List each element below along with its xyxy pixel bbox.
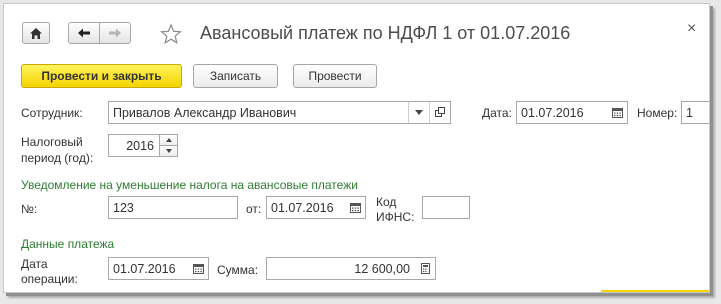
favorite-button[interactable] xyxy=(160,23,182,45)
dropdown-button[interactable] xyxy=(409,110,429,115)
calculator-icon xyxy=(420,263,430,274)
post-and-close-button[interactable]: Провести и закрыть xyxy=(21,64,182,88)
star-icon xyxy=(160,23,182,45)
arrow-right-icon xyxy=(109,28,121,38)
calendar-button[interactable] xyxy=(607,102,627,123)
calendar-icon xyxy=(192,263,204,274)
save-button[interactable]: Записать xyxy=(193,64,278,88)
chevron-down-icon xyxy=(415,110,423,115)
ifns-code-field[interactable] xyxy=(422,196,470,219)
home-icon xyxy=(30,27,42,39)
close-icon[interactable]: × xyxy=(687,20,696,38)
calculator-button[interactable] xyxy=(415,258,435,279)
ifns-label-line2: ИФНС: xyxy=(376,210,415,224)
open-icon xyxy=(434,107,445,117)
notice-number-label: №: xyxy=(21,202,38,216)
forward-button[interactable] xyxy=(99,22,131,44)
op-date-label-line2: операции: xyxy=(21,272,78,286)
chevron-down-icon xyxy=(165,149,172,153)
calendar-button[interactable] xyxy=(345,197,365,218)
cut-off-button-edge xyxy=(601,290,709,292)
window-title: Авансовый платеж по НДФЛ 1 от 01.07.2016 xyxy=(200,23,571,43)
notice-section-title: Уведомление на уменьшение налога на аван… xyxy=(21,178,358,192)
payment-section-title: Данные платежа xyxy=(21,237,115,251)
home-button[interactable] xyxy=(22,22,50,44)
tax-period-field[interactable]: 2016 xyxy=(108,134,160,157)
date-value: 01.07.2016 xyxy=(521,105,584,120)
notice-number-value: 123 xyxy=(113,200,134,215)
notice-date-value: 01.07.2016 xyxy=(271,200,334,215)
document-window: Авансовый платеж по НДФЛ 1 от 01.07.2016… xyxy=(3,3,710,293)
chevron-up-icon xyxy=(165,138,172,142)
notice-from-label: от: xyxy=(246,202,262,216)
arrow-left-icon xyxy=(78,28,90,38)
sum-field[interactable]: 12 600,00 xyxy=(266,257,436,280)
tax-period-label-line1: Налоговый xyxy=(21,135,83,149)
number-field[interactable]: 1 xyxy=(681,101,709,124)
employee-value: Привалов Александр Иванович xyxy=(113,105,297,120)
calendar-icon xyxy=(349,202,361,213)
tax-period-value: 2016 xyxy=(126,138,154,153)
notice-date-field[interactable]: 01.07.2016 xyxy=(266,196,366,219)
back-button[interactable] xyxy=(68,22,100,44)
post-button[interactable]: Провести xyxy=(293,64,377,88)
notice-number-field[interactable]: 123 xyxy=(108,196,238,219)
number-label: Номер: xyxy=(637,106,678,120)
number-value: 1 xyxy=(686,105,693,120)
op-date-field[interactable]: 01.07.2016 xyxy=(108,257,209,280)
year-decrement-button[interactable] xyxy=(159,145,178,157)
ifns-label-line1: Код xyxy=(376,195,397,209)
tax-period-label-line2: период (год): xyxy=(21,151,94,165)
employee-label: Сотрудник: xyxy=(21,106,83,120)
date-label: Дата: xyxy=(482,106,512,120)
employee-field[interactable]: Привалов Александр Иванович xyxy=(108,101,451,124)
open-button[interactable] xyxy=(430,107,450,118)
calendar-button[interactable] xyxy=(188,258,208,279)
op-date-value: 01.07.2016 xyxy=(113,261,176,276)
calendar-icon xyxy=(611,107,623,118)
sum-value: 12 600,00 xyxy=(354,261,410,276)
op-date-label-line1: Дата xyxy=(21,257,48,271)
sum-label: Сумма: xyxy=(217,263,259,277)
date-field[interactable]: 01.07.2016 xyxy=(516,101,628,124)
